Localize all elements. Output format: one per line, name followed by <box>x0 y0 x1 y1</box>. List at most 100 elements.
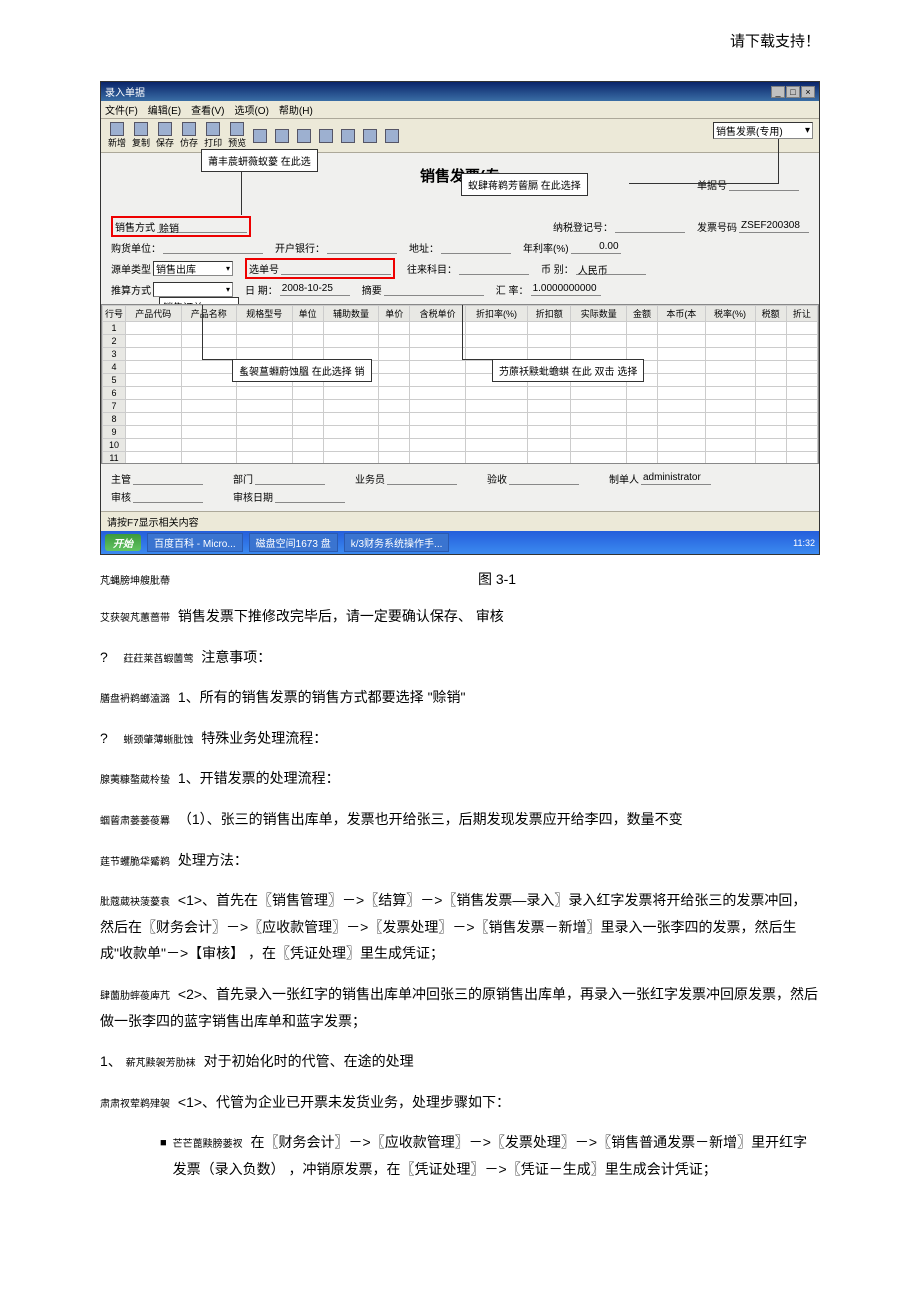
grid-cell[interactable] <box>626 426 657 439</box>
grid-cell[interactable] <box>755 335 786 348</box>
menu-view[interactable]: 查看(V) <box>191 102 224 117</box>
grid-cell[interactable] <box>705 374 755 387</box>
grid-cell[interactable] <box>626 335 657 348</box>
grid-cell[interactable] <box>379 322 410 335</box>
col-local[interactable]: 本币(本 <box>658 306 705 322</box>
grid-cell[interactable] <box>705 452 755 465</box>
maximize-icon[interactable]: □ <box>786 86 800 98</box>
minimize-icon[interactable]: _ <box>771 86 785 98</box>
grid-cell[interactable] <box>786 426 817 439</box>
col-taxrate[interactable]: 税率(%) <box>705 306 755 322</box>
grid-cell[interactable] <box>658 426 705 439</box>
menu-file[interactable]: 文件(F) <box>105 102 138 117</box>
grid-cell[interactable] <box>465 400 527 413</box>
grid-cell[interactable] <box>786 452 817 465</box>
grid-cell[interactable] <box>786 374 817 387</box>
grid-cell[interactable] <box>755 387 786 400</box>
table-row[interactable]: 2 <box>103 335 818 348</box>
grid-cell[interactable] <box>571 387 627 400</box>
grid-cell[interactable] <box>181 439 237 452</box>
checker-value[interactable] <box>509 472 579 485</box>
grid-cell[interactable] <box>379 413 410 426</box>
grid-cell[interactable] <box>181 335 237 348</box>
grid-cell[interactable] <box>626 322 657 335</box>
grid-cell[interactable] <box>786 361 817 374</box>
grid-cell[interactable] <box>410 452 466 465</box>
tool-preview[interactable]: 预览 <box>225 121 249 150</box>
grid-cell[interactable] <box>237 439 293 452</box>
grid-cell[interactable] <box>755 452 786 465</box>
tool-x7[interactable] <box>381 128 403 144</box>
grid-cell[interactable] <box>292 387 323 400</box>
grid-cell[interactable] <box>786 400 817 413</box>
grid-cell[interactable] <box>571 426 627 439</box>
taskbar-item-1[interactable]: 百度百科 - Micro... <box>147 533 243 552</box>
source-type-combo[interactable]: 销售出库 ▾ <box>153 261 233 276</box>
grid-cell[interactable] <box>755 374 786 387</box>
grid-cell[interactable] <box>755 426 786 439</box>
grid-cell[interactable] <box>465 439 527 452</box>
grid-cell[interactable] <box>658 452 705 465</box>
grid-cell[interactable] <box>410 361 466 374</box>
grid-cell[interactable] <box>571 322 627 335</box>
remark-value[interactable] <box>384 283 484 296</box>
col-amount[interactable]: 金额 <box>626 306 657 322</box>
grid-cell[interactable] <box>571 335 627 348</box>
grid-cell[interactable] <box>181 452 237 465</box>
col-tax[interactable]: 税额 <box>755 306 786 322</box>
grid-cell[interactable] <box>465 335 527 348</box>
grid-cell[interactable] <box>181 426 237 439</box>
col-discamt[interactable]: 折扣额 <box>528 306 571 322</box>
grid-cell[interactable] <box>181 413 237 426</box>
table-row[interactable]: 10 <box>103 439 818 452</box>
tool-x5[interactable] <box>337 128 359 144</box>
yearrate-value[interactable]: 0.00 <box>571 241 621 254</box>
grid-cell[interactable] <box>705 426 755 439</box>
tool-x3[interactable] <box>293 128 315 144</box>
supervisor-value[interactable] <box>133 472 203 485</box>
grid-cell[interactable] <box>786 387 817 400</box>
grid-cell[interactable] <box>292 439 323 452</box>
grid-cell[interactable] <box>237 322 293 335</box>
col-allow[interactable]: 折让 <box>786 306 817 322</box>
grid-cell[interactable] <box>379 452 410 465</box>
grid-cell[interactable] <box>410 374 466 387</box>
menu-option[interactable]: 选项(O) <box>234 102 268 117</box>
grid-cell[interactable] <box>126 335 182 348</box>
close-icon[interactable]: × <box>801 86 815 98</box>
grid-cell[interactable] <box>181 361 237 374</box>
grid-cell[interactable] <box>181 374 237 387</box>
grid-cell[interactable] <box>323 413 379 426</box>
grid-cell[interactable] <box>237 426 293 439</box>
start-button[interactable]: 开始 <box>105 534 141 551</box>
grid-cell[interactable] <box>755 361 786 374</box>
grid-cell[interactable] <box>410 426 466 439</box>
grid-cell[interactable] <box>626 439 657 452</box>
grid-cell[interactable] <box>465 387 527 400</box>
grid-cell[interactable] <box>292 452 323 465</box>
sale-method-value[interactable]: 赊销 <box>157 220 247 233</box>
grid-cell[interactable] <box>705 439 755 452</box>
grid-cell[interactable] <box>379 400 410 413</box>
grid-cell[interactable] <box>379 348 410 361</box>
grid-cell[interactable] <box>626 452 657 465</box>
grid-cell[interactable] <box>786 439 817 452</box>
currency-value[interactable]: 人民币 <box>576 262 646 275</box>
grid-cell[interactable] <box>626 413 657 426</box>
grid-cell[interactable] <box>755 413 786 426</box>
grid-cell[interactable] <box>323 387 379 400</box>
grid-cell[interactable] <box>323 452 379 465</box>
menu-help[interactable]: 帮助(H) <box>279 102 313 117</box>
table-row[interactable]: 8 <box>103 413 818 426</box>
grid-cell[interactable] <box>755 348 786 361</box>
grid-cell[interactable] <box>237 335 293 348</box>
grid-cell[interactable] <box>126 322 182 335</box>
grid-cell[interactable] <box>465 322 527 335</box>
grid-cell[interactable] <box>126 348 182 361</box>
tool-x1[interactable] <box>249 128 271 144</box>
grid-cell[interactable] <box>126 387 182 400</box>
table-row[interactable]: 7 <box>103 400 818 413</box>
grid-cell[interactable] <box>705 387 755 400</box>
grid-cell[interactable] <box>658 361 705 374</box>
grid-cell[interactable] <box>126 400 182 413</box>
